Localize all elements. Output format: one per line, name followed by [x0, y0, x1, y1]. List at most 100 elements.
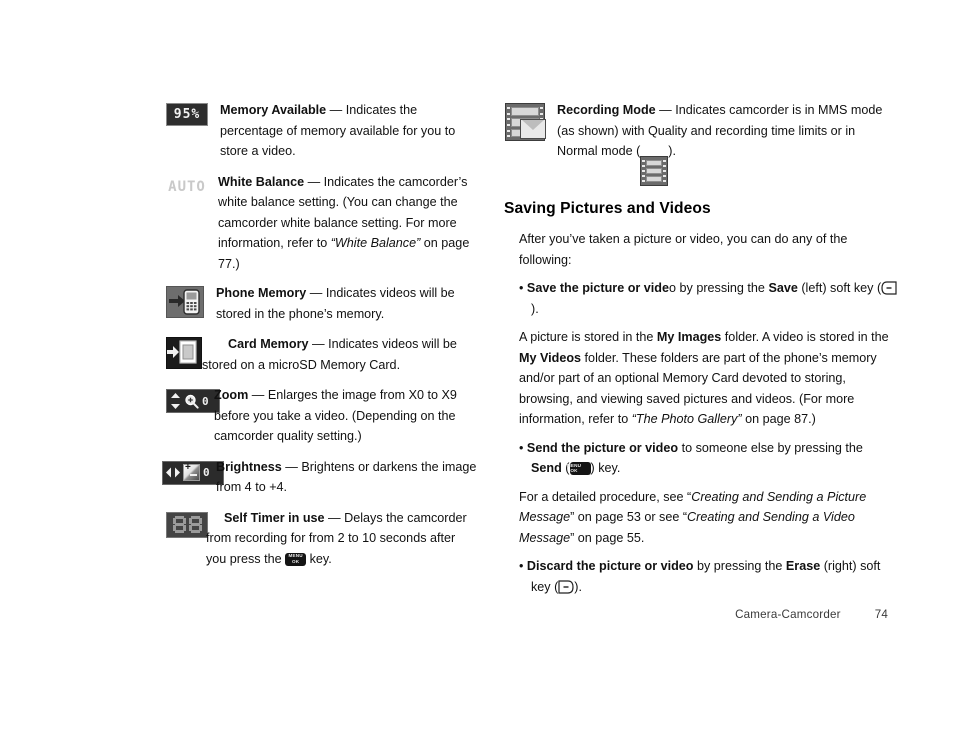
paragraph-storage-locations: A picture is stored in the My Images fol…	[519, 327, 891, 430]
dash: —	[306, 286, 326, 300]
film-perforations-right	[663, 158, 667, 184]
menu-ok-key-icon: MENU OK	[285, 552, 307, 566]
seven-segment-digit	[188, 516, 202, 533]
bullet-text-3: ).	[531, 301, 539, 316]
procedure-p3: ” on page 55.	[570, 530, 645, 545]
term-white-balance: White Balance	[218, 174, 305, 189]
white-balance-auto-icon: AUTO	[166, 172, 220, 198]
desc-recording-mode-b: ).	[668, 144, 676, 158]
bullet-marker: •	[519, 559, 527, 573]
phone-memory-icon	[166, 283, 216, 318]
entry-zoom-text: Zoom — Enlarges the image from X0 to X9 …	[214, 385, 478, 447]
storage-p1: A picture is stored in the	[519, 330, 657, 344]
dash: —	[281, 459, 302, 474]
desc-self-timer-b: key.	[306, 551, 332, 566]
left-right-arrow-icon	[166, 467, 180, 478]
normal-mode-film-icon	[640, 156, 669, 186]
seven-segment-digit	[172, 516, 186, 533]
storage-p4: on page 87.)	[741, 412, 816, 426]
bullet-text-1: o by pressing the	[669, 281, 769, 295]
left-soft-key-icon	[881, 281, 897, 295]
term-zoom: Zoom	[214, 388, 249, 402]
menu-ok-key-icon: MENU OK	[567, 462, 591, 475]
entry-phone-memory-text: Phone Memory — Indicates videos will be …	[216, 283, 478, 324]
entry-memory-available: 95% Memory Available — Indicates the per…	[166, 100, 478, 162]
entry-recording-mode-text: Recording Mode — Indicates camcorder is …	[557, 100, 890, 186]
bullet-lead-discard: Discard the picture or video	[526, 559, 694, 573]
bold-erase: Erase	[785, 559, 821, 573]
brightness-gradient-icon	[183, 462, 200, 481]
right-column: Recording Mode — Indicates camcorder is …	[504, 100, 897, 605]
right-soft-key-icon	[558, 579, 574, 594]
zoom-icon: 0	[166, 385, 220, 413]
ref-the-photo-gallery: “The Photo Gallery”	[631, 412, 742, 426]
bullet-text-2: (left) soft key (	[797, 281, 882, 295]
film-perforations-left	[642, 158, 646, 184]
bullet-lead-send: Send the picture or video	[526, 440, 679, 455]
entry-brightness-text: Brightness — Brightens or darkens the im…	[216, 457, 478, 498]
bullet-text-3: ).	[574, 579, 582, 594]
entry-zoom: 0 Zoom — Enlarges the image from X0 to X…	[166, 385, 478, 447]
film-perforations-left	[507, 105, 510, 139]
section-heading-saving-pictures-and-videos: Saving Pictures and Videos	[504, 200, 711, 217]
entry-card-memory-text: Card Memory — Indicates videos will be s…	[202, 334, 478, 375]
left-column: 95% Memory Available — Indicates the per…	[162, 100, 478, 578]
paragraph-detailed-procedure: For a detailed procedure, see “Creating …	[519, 487, 885, 549]
bullet-marker: •	[519, 440, 527, 455]
bold-save: Save	[768, 281, 798, 295]
envelope-icon	[520, 119, 546, 140]
entry-white-balance: AUTO White Balance — Indicates the camco…	[166, 172, 478, 275]
term-memory-available: Memory Available	[220, 103, 327, 117]
bullet-text-3: ) key.	[590, 461, 621, 475]
zoom-level-value: 0	[202, 394, 209, 408]
bullet-save-picture-or-video: • Save the picture or video by pressing …	[519, 278, 899, 319]
bullet-send-picture-or-video: • Send the picture or video to someone e…	[519, 438, 897, 479]
up-down-chevron-icon	[171, 393, 180, 409]
entry-brightness: 0 Brightness — Brightens or darkens the …	[162, 457, 478, 498]
footer-section-name: Camera-Camcorder	[735, 608, 841, 621]
entry-recording-mode: Recording Mode — Indicates camcorder is …	[505, 100, 890, 186]
dash: —	[304, 174, 324, 189]
folder-my-videos: My Videos	[519, 350, 582, 365]
entry-phone-memory: Phone Memory — Indicates videos will be …	[166, 283, 478, 324]
menu-ok-key-line1: MENU	[288, 553, 303, 558]
dash: —	[655, 103, 676, 117]
dash: —	[308, 337, 329, 351]
bold-send: Send	[531, 461, 562, 475]
white-balance-icon-text: AUTO	[168, 178, 206, 195]
entry-self-timer-text: Self Timer in use — Delays the camcorder…	[206, 508, 478, 570]
procedure-p1: For a detailed procedure, see “	[519, 489, 692, 504]
paragraph-intro: After you’ve taken a picture or video, y…	[519, 232, 848, 267]
footer-page-number: 74	[874, 608, 888, 621]
term-recording-mode: Recording Mode	[557, 103, 656, 117]
term-self-timer: Self Timer in use	[224, 510, 325, 525]
magnifier-plus-icon	[185, 394, 199, 409]
ref-white-balance: “White Balance”	[330, 236, 421, 250]
dash: —	[326, 103, 346, 117]
bullet-text-1: to someone else by pressing the	[678, 440, 863, 455]
memory-available-icon: 95%	[166, 100, 220, 126]
entry-card-memory: Card Memory — Indicates videos will be s…	[166, 334, 478, 375]
brightness-icon: 0	[162, 457, 224, 485]
procedure-p2: ” on page 53 or see “	[570, 510, 688, 524]
menu-ok-key-line2: OK	[570, 468, 578, 473]
dash: —	[248, 388, 268, 402]
brightness-level-value: 0	[203, 466, 210, 479]
bullet-discard-picture-or-video: • Discard the picture or video by pressi…	[519, 556, 891, 597]
memory-available-icon-text: 95%	[173, 107, 201, 122]
storage-p2: folder. A video is stored in the	[721, 330, 889, 344]
menu-ok-key-line2: OK	[291, 558, 300, 564]
bullet-marker: •	[519, 281, 527, 295]
folder-my-images: My Images	[656, 330, 722, 344]
recording-mode-mms-icon	[505, 100, 557, 142]
entry-white-balance-text: White Balance — Indicates the camcorder’…	[218, 172, 478, 275]
bullet-lead-save: Save the picture or vide	[526, 281, 670, 295]
manual-page: 95% Memory Available — Indicates the per…	[0, 0, 954, 734]
term-card-memory: Card Memory	[228, 337, 309, 351]
entry-self-timer: Self Timer in use — Delays the camcorder…	[166, 508, 478, 570]
term-brightness: Brightness	[216, 459, 282, 474]
dash: —	[324, 510, 345, 525]
page-footer: Camera-Camcorder 74	[735, 608, 888, 621]
bullet-text-1: by pressing the	[693, 559, 786, 573]
entry-memory-available-text: Memory Available — Indicates the percent…	[220, 100, 478, 162]
